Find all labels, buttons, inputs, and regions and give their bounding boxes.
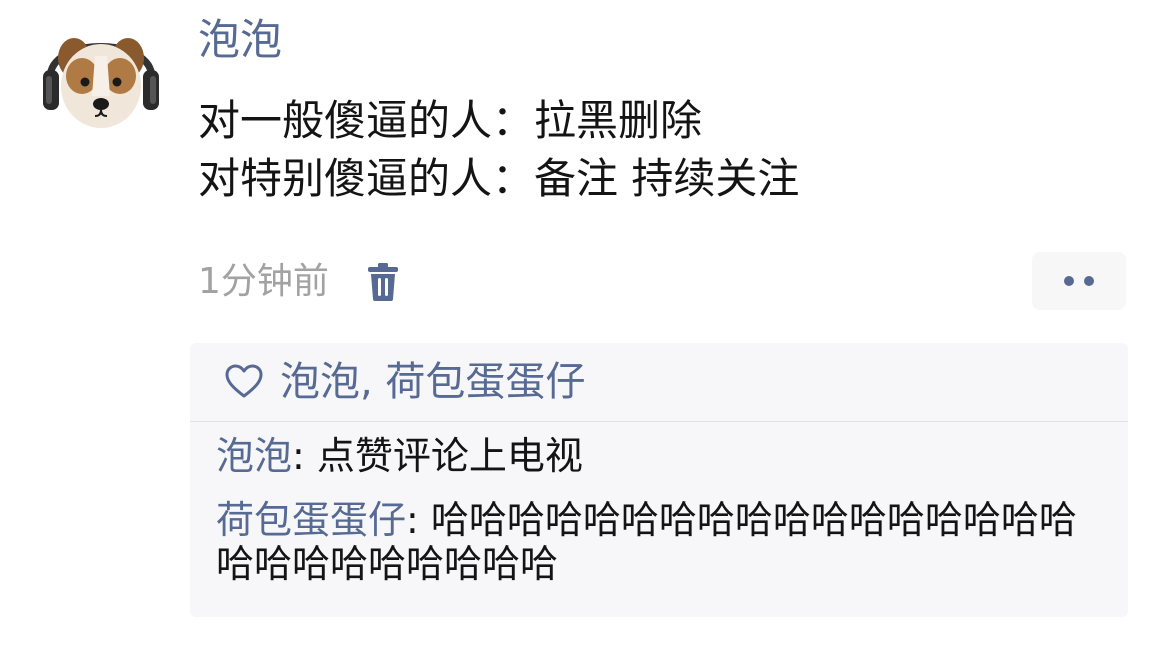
moment-post: 泡泡 对一般傻逼的人：拉黑删除 对特别傻逼的人：备注 持续关注 1分钟前 泡泡,… xyxy=(0,0,1169,648)
heart-outline-icon xyxy=(225,364,263,398)
more-actions-button[interactable] xyxy=(1032,252,1126,310)
dog-avatar-icon xyxy=(43,38,159,128)
interaction-panel: 泡泡, 荷包蛋蛋仔 泡泡: 点赞评论上电视 荷包蛋蛋仔: 哈哈哈哈哈哈哈哈哈哈哈… xyxy=(190,343,1128,617)
more-dots-icon xyxy=(1064,276,1074,286)
comment-text: 点赞评论上电视 xyxy=(316,434,583,478)
comment-author[interactable]: 泡泡 xyxy=(216,434,292,478)
comment-separator: : xyxy=(292,434,317,478)
post-text-line: 对一般傻逼的人：拉黑删除 xyxy=(198,96,703,145)
post-timestamp: 1分钟前 xyxy=(198,261,329,302)
author-avatar[interactable] xyxy=(40,16,162,138)
comment-separator: : xyxy=(406,498,431,542)
comment-item[interactable]: 泡泡: 点赞评论上电视 xyxy=(216,434,1100,478)
delete-button[interactable] xyxy=(365,261,401,303)
post-text-line: 对特别傻逼的人：备注 持续关注 xyxy=(198,154,800,203)
comments-list: 泡泡: 点赞评论上电视 荷包蛋蛋仔: 哈哈哈哈哈哈哈哈哈哈哈哈哈哈哈哈哈哈哈哈哈… xyxy=(190,422,1128,586)
more-dots-icon xyxy=(1084,276,1094,286)
post-content: 对一般傻逼的人：拉黑删除 对特别傻逼的人：备注 持续关注 xyxy=(198,92,1118,208)
comment-author[interactable]: 荷包蛋蛋仔 xyxy=(216,498,406,542)
comment-item[interactable]: 荷包蛋蛋仔: 哈哈哈哈哈哈哈哈哈哈哈哈哈哈哈哈哈哈哈哈哈哈哈哈哈哈 xyxy=(216,498,1100,586)
author-name[interactable]: 泡泡 xyxy=(198,14,282,66)
post-meta: 1分钟前 xyxy=(198,255,401,309)
trash-icon xyxy=(367,263,398,301)
likes-row: 泡泡, 荷包蛋蛋仔 xyxy=(190,343,1128,422)
likes-names[interactable]: 泡泡, 荷包蛋蛋仔 xyxy=(280,358,585,406)
